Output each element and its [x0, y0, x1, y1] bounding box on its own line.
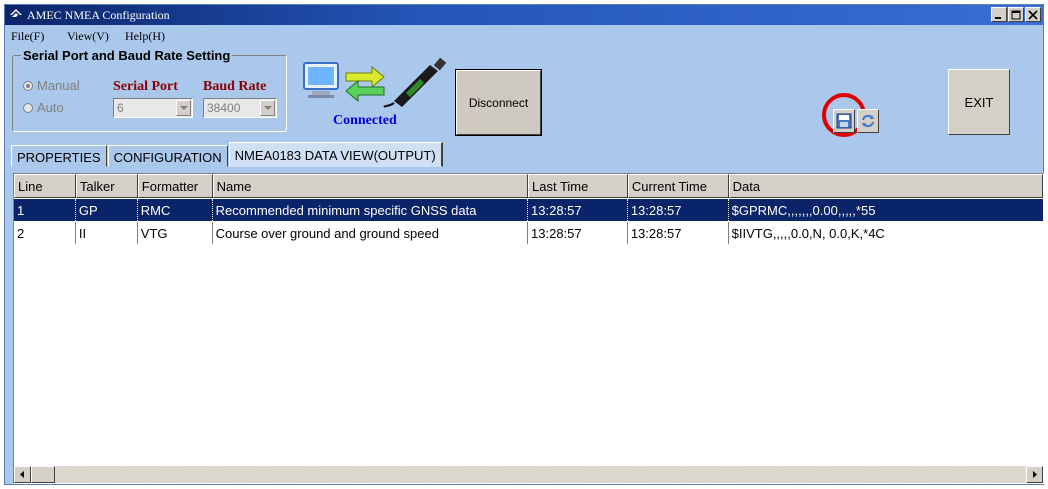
title-bar[interactable]: AMEC NMEA Configuration: [5, 5, 1043, 25]
baud-rate-label: Baud Rate: [203, 79, 267, 94]
cell-line: 1: [14, 199, 76, 221]
scrollbar-thumb[interactable]: [31, 466, 55, 483]
cell-current-time: 13:28:57: [628, 222, 729, 244]
cell-talker: II: [76, 222, 138, 244]
data-transfer-arrows-icon: [345, 65, 385, 103]
save-icon: [836, 113, 852, 129]
table-row[interactable]: 1 GP RMC Recommended minimum specific GN…: [14, 199, 1043, 221]
cell-talker: GP: [76, 199, 138, 221]
radio-selected-icon: [23, 81, 33, 91]
close-icon: [1028, 10, 1038, 20]
horizontal-scrollbar[interactable]: [14, 466, 1043, 483]
radio-unselected-icon: [23, 103, 33, 113]
cell-name: Recommended minimum specific GNSS data: [213, 199, 529, 221]
column-header-talker[interactable]: Talker: [75, 174, 138, 198]
scroll-right-button[interactable]: [1026, 466, 1043, 483]
table-header: Line Talker Formatter Name Last Time Cur…: [14, 174, 1043, 198]
tab-properties[interactable]: PROPERTIES: [11, 145, 107, 167]
serial-port-label: Serial Port: [113, 79, 178, 94]
cell-name: Course over ground and ground speed: [213, 222, 529, 244]
column-header-formatter[interactable]: Formatter: [137, 174, 213, 198]
cell-data: $IIVTG,,,,,0.0,N, 0.0,K,*4C: [731, 226, 885, 241]
window-controls: [990, 7, 1041, 23]
menu-view[interactable]: View(V): [67, 29, 109, 44]
gps-device-icon: [383, 57, 447, 108]
radio-manual[interactable]: Manual: [23, 78, 103, 94]
maximize-icon: [1011, 10, 1021, 20]
chevron-down-icon[interactable]: [176, 100, 191, 116]
window-title: AMEC NMEA Configuration: [27, 8, 170, 22]
cell-formatter: VTG: [138, 222, 213, 244]
baud-rate-select[interactable]: 38400: [203, 98, 277, 118]
group-title: Serial Port and Baud Rate Setting: [21, 48, 233, 63]
column-header-name[interactable]: Name: [212, 174, 529, 198]
refresh-icon: [862, 114, 874, 128]
connection-graphic: [303, 57, 447, 108]
serial-port-group: Serial Port and Baud Rate Setting Manual…: [12, 48, 287, 132]
column-header-current-time[interactable]: Current Time: [627, 174, 729, 198]
tab-bar: PROPERTIES CONFIGURATION NMEA0183 DATA V…: [11, 142, 444, 167]
connection-status: Connected: [333, 113, 397, 128]
cell-line: 2: [14, 222, 76, 244]
close-button[interactable]: [1025, 7, 1041, 22]
app-icon: [10, 9, 22, 17]
cell-last-time: 13:28:57: [528, 199, 628, 221]
tab-configuration[interactable]: CONFIGURATION: [107, 145, 228, 167]
disconnect-label: Disconnect: [468, 95, 529, 110]
monitor-icon: [303, 62, 339, 98]
serial-port-select[interactable]: 6: [113, 98, 193, 118]
radio-auto[interactable]: Auto: [23, 100, 103, 116]
nmea-data-table: Line Talker Formatter Name Last Time Cur…: [13, 173, 1044, 484]
cell-last-time: 13:28:57: [528, 222, 628, 244]
baud-rate-value: 38400: [207, 101, 241, 115]
menu-bar: File(F) View(V) Help(H): [5, 26, 1043, 45]
scroll-left-button[interactable]: [14, 466, 31, 483]
maximize-button[interactable]: [1008, 7, 1024, 22]
exit-button[interactable]: EXIT: [948, 69, 1010, 135]
refresh-button[interactable]: [857, 109, 879, 133]
radio-auto-label: Auto: [37, 100, 64, 115]
cell-current-time: 13:28:57: [628, 199, 729, 221]
menu-help[interactable]: Help(H): [125, 29, 165, 44]
menu-file[interactable]: File(F): [11, 29, 44, 44]
column-header-last-time[interactable]: Last Time: [528, 174, 628, 198]
arrow-right-icon: [1033, 471, 1037, 478]
minimize-icon: [995, 17, 1001, 19]
app-window: AMEC NMEA Configuration File(F) View(V) …: [4, 4, 1044, 485]
serial-port-value: 6: [117, 101, 124, 115]
column-header-data[interactable]: Data: [728, 174, 1043, 198]
disconnect-button[interactable]: Disconnect: [455, 69, 542, 136]
exit-label: EXIT: [964, 94, 994, 110]
tab-nmea-data-view[interactable]: NMEA0183 DATA VIEW(OUTPUT): [228, 142, 443, 167]
table-row[interactable]: 2 II VTG Course over ground and ground s…: [14, 222, 1043, 244]
radio-manual-label: Manual: [37, 78, 80, 93]
minimize-button[interactable]: [991, 7, 1007, 22]
arrow-left-icon: [20, 471, 24, 478]
chevron-down-icon[interactable]: [260, 100, 275, 116]
column-header-line[interactable]: Line: [14, 174, 76, 198]
save-button[interactable]: [833, 109, 855, 133]
cell-data: $GPRMC,,,,,,,0.00,,,,,*55: [731, 203, 876, 218]
cell-formatter: RMC: [138, 199, 213, 221]
